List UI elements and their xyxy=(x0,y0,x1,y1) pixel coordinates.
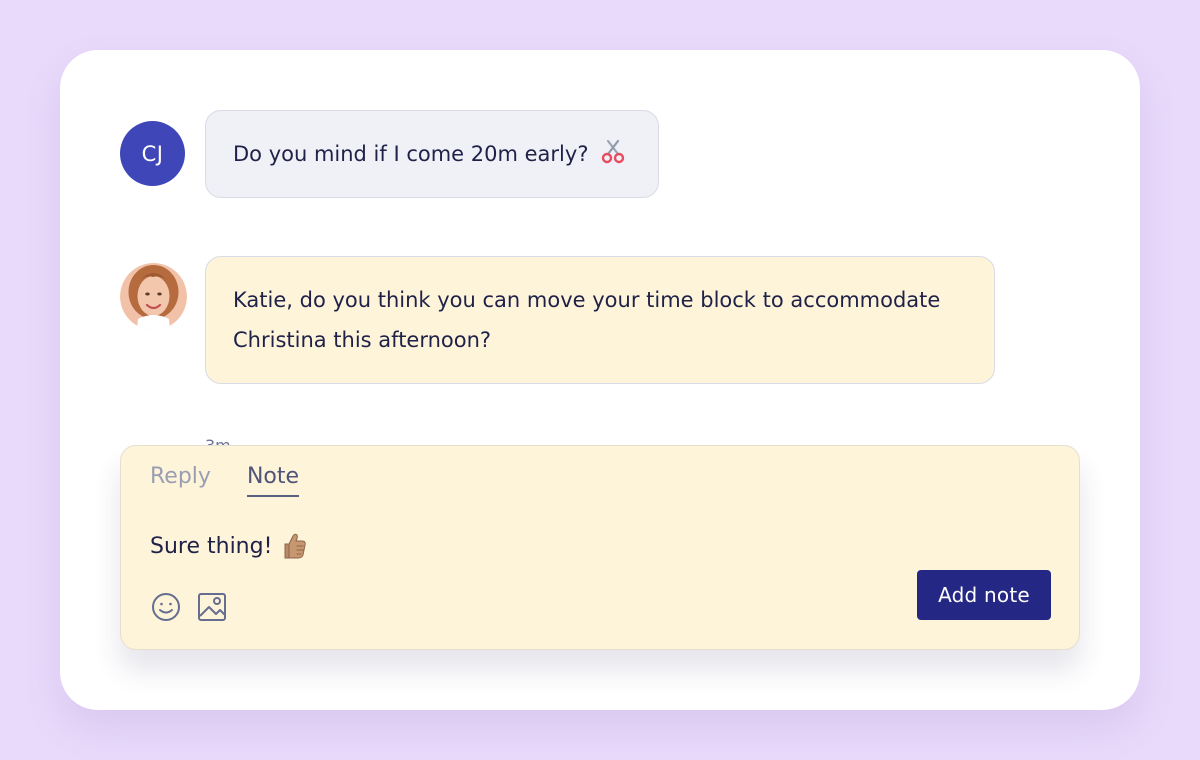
note-composer: Reply Note Sure thing! Add note xyxy=(120,445,1080,650)
smiley-icon[interactable] xyxy=(150,591,182,623)
message-bubble: Do you mind if I come 20m early? xyxy=(205,110,659,198)
note-input[interactable]: Sure thing! xyxy=(150,531,308,561)
message-text: Do you mind if I come 20m early? xyxy=(233,142,589,166)
scissors-icon xyxy=(599,137,627,165)
thumbs-up-icon xyxy=(278,531,308,561)
user-photo-avatar xyxy=(120,263,187,330)
tab-reply[interactable]: Reply xyxy=(150,464,211,497)
draft-text: Sure thing! xyxy=(150,533,273,559)
chat-card: CJ Do you mind if I come 20m early? 6m xyxy=(60,50,1140,710)
avatar: CJ xyxy=(120,121,185,186)
composer-toolbar xyxy=(150,591,228,623)
composer-tabs: Reply Note xyxy=(150,464,300,497)
message-bubble: Katie, do you think you can move your ti… xyxy=(205,256,995,384)
avatar-initials: CJ xyxy=(141,141,164,166)
tab-note[interactable]: Note xyxy=(246,464,300,497)
add-note-button[interactable]: Add note xyxy=(917,570,1051,620)
message-text: Katie, do you think you can move your ti… xyxy=(233,288,941,352)
image-icon[interactable] xyxy=(196,591,228,623)
